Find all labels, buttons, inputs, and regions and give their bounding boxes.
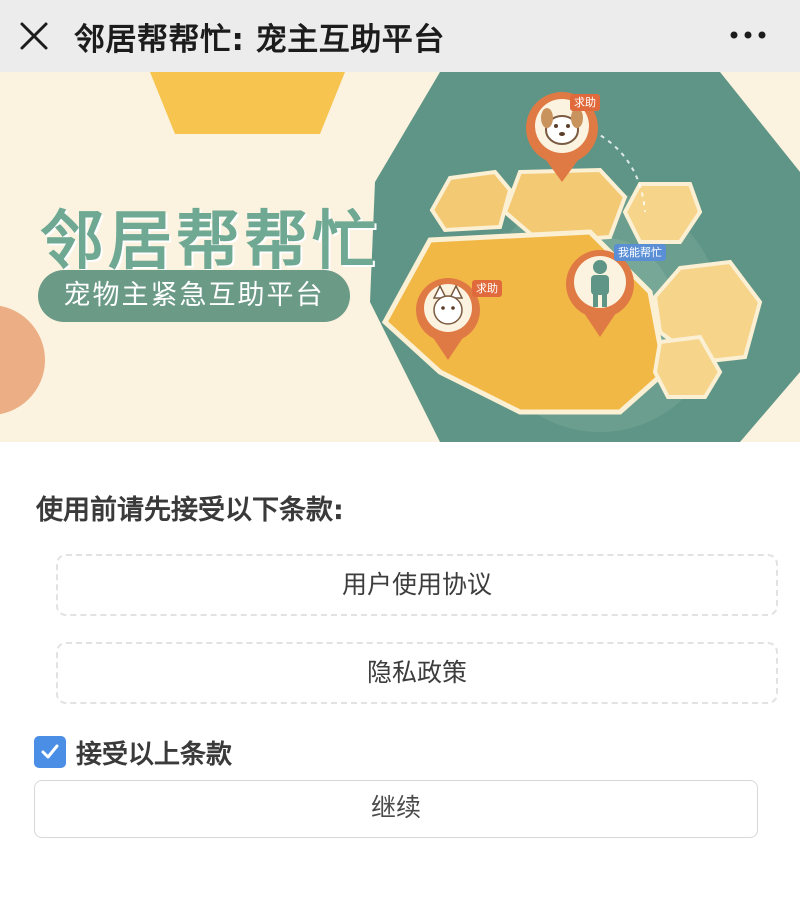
accept-terms-checkbox[interactable]: [34, 736, 66, 768]
page-title: 邻居帮帮忙: 宠主互助平台: [74, 21, 445, 58]
help-badge: 求助: [472, 280, 502, 297]
more-dots-icon[interactable]: [726, 20, 770, 50]
yellow-hexagon-shape: [150, 72, 345, 134]
user-agreement-link[interactable]: 用户使用协议: [56, 554, 778, 616]
accept-terms-row: 接受以上条款: [34, 734, 232, 770]
banner: 邻居帮帮忙 宠物主紧急互助平台 求助 求助 我能帮忙: [0, 72, 800, 442]
continue-button[interactable]: 继续: [34, 780, 758, 838]
orange-circle-shape: [0, 305, 45, 415]
accept-terms-label[interactable]: 接受以上条款: [76, 734, 232, 771]
can-help-badge: 我能帮忙: [614, 244, 666, 261]
banner-title: 邻居帮帮忙: [40, 205, 380, 279]
terms-prompt: 使用前请先接受以下条款:: [36, 495, 344, 526]
privacy-policy-link[interactable]: 隐私政策: [56, 642, 778, 704]
help-badge: 求助: [570, 94, 600, 111]
banner-subtitle: 宠物主紧急互助平台: [38, 270, 350, 322]
title-bar: 邻居帮帮忙: 宠主互助平台: [0, 0, 800, 72]
close-icon[interactable]: [16, 18, 52, 54]
checkmark-icon: [41, 744, 59, 759]
